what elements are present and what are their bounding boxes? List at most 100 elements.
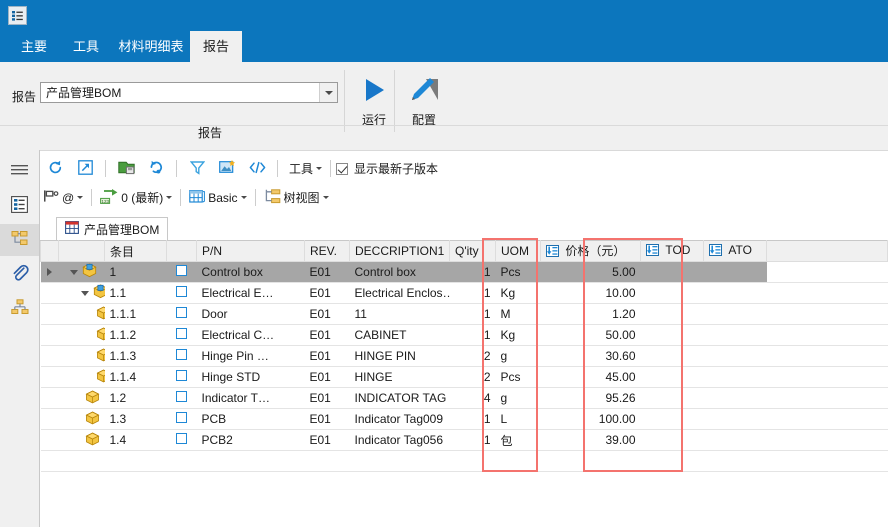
row-checkbox-cell[interactable] <box>166 429 197 451</box>
refresh-button[interactable] <box>40 157 70 181</box>
row-checkbox-cell[interactable] <box>166 324 197 346</box>
sidebar-item-properties[interactable] <box>0 190 39 222</box>
show-latest-sub-checkbox[interactable]: 显示最新子版本 <box>336 160 438 177</box>
view-basic-menu[interactable]: Basic <box>186 186 249 210</box>
code-view-button[interactable] <box>242 157 272 181</box>
tools-menu-button[interactable]: 工具 <box>283 157 325 181</box>
config-button[interactable]: 配置 <box>398 70 450 132</box>
redo-sync-button[interactable] <box>141 157 171 181</box>
row-indent-icon[interactable] <box>58 303 105 325</box>
row-checkbox-icon[interactable] <box>176 370 187 381</box>
revision-select-menu[interactable]: 123 0 (最新) <box>97 186 175 210</box>
col-header-item[interactable]: 条目 <box>104 240 167 262</box>
table-row[interactable]: 1.1.1 Door E01 11 1 M 1.20 <box>40 303 888 325</box>
open-external-button[interactable] <box>70 157 100 181</box>
run-button[interactable]: 运行 <box>348 70 400 132</box>
table-row[interactable]: 1.4 PCB2 E01 Indicator Tag056 1 包 39.00 <box>40 429 888 451</box>
collapse-triangle-icon[interactable] <box>69 270 78 275</box>
ribbon-tab-main[interactable]: 主要 <box>8 31 60 62</box>
col-header-indent[interactable] <box>58 240 105 262</box>
bom-grid[interactable]: 条目 P/N REV. DECCRIPTION1 Q'ity UOM 价格（元）… <box>40 240 888 527</box>
document-tab-bom[interactable]: 产品管理BOM <box>56 217 169 240</box>
save-bom-button[interactable] <box>111 157 141 181</box>
col-header-check[interactable] <box>166 240 197 262</box>
row-checkbox-cell[interactable] <box>166 387 197 409</box>
code-brackets-icon <box>249 161 266 177</box>
row-checkbox-icon[interactable] <box>176 412 187 423</box>
expand-triangle-icon[interactable] <box>47 268 52 276</box>
row-checkbox-cell[interactable] <box>166 408 197 430</box>
row-checkbox-icon[interactable] <box>176 307 187 318</box>
config-at-menu[interactable]: @ <box>40 186 86 210</box>
ribbon-tab-tools[interactable]: 工具 <box>60 31 112 62</box>
report-select-chevron-down-icon[interactable] <box>319 83 337 102</box>
row-checkbox-cell[interactable] <box>166 261 197 283</box>
col-header-qty[interactable]: Q'ity <box>449 240 496 262</box>
row-description: Indicator Tag056 <box>349 429 450 451</box>
toolbar-row-1: 工具 显示最新子版本 <box>40 155 438 182</box>
col-header-rev[interactable]: REV. <box>304 240 350 262</box>
empty-cell <box>196 450 305 472</box>
sidebar-item-attachments[interactable] <box>0 258 39 290</box>
col-header-ato-label: ATO <box>728 243 752 258</box>
row-checkbox-cell[interactable] <box>166 345 197 367</box>
col-header-ato[interactable]: ATO <box>703 240 767 262</box>
svg-text:123: 123 <box>102 198 110 203</box>
table-row[interactable]: 1.1.3 Hinge Pin … E01 HINGE PIN 2 g 30.60 <box>40 345 888 367</box>
row-expander[interactable] <box>40 366 59 388</box>
col-header-tod[interactable]: TOD <box>640 240 704 262</box>
row-checkbox-cell[interactable] <box>166 282 197 304</box>
row-expander[interactable] <box>40 387 59 409</box>
table-row[interactable]: 1.1.2 Electrical C… E01 CABINET 1 Kg 50.00 <box>40 324 888 346</box>
row-indent-icon[interactable] <box>58 345 105 367</box>
row-expander[interactable] <box>40 324 59 346</box>
filter-button[interactable] <box>182 157 212 181</box>
list-app-icon <box>8 6 27 25</box>
row-indent-icon[interactable] <box>58 324 105 346</box>
col-header-expander[interactable] <box>40 240 59 262</box>
row-expander[interactable] <box>40 429 59 451</box>
table-row[interactable]: 1.1 Electrical E… E01 Electrical Enclos… 1 Kg… <box>40 282 888 304</box>
row-checkbox-cell[interactable] <box>166 366 197 388</box>
row-checkbox-icon[interactable] <box>176 328 187 339</box>
hamburger-icon[interactable] <box>0 154 39 186</box>
thumbnail-button[interactable] <box>212 157 242 181</box>
row-expander[interactable] <box>40 282 59 304</box>
row-checkbox-icon[interactable] <box>176 265 187 276</box>
row-indent-icon[interactable] <box>58 366 105 388</box>
collapse-triangle-icon[interactable] <box>80 291 89 296</box>
table-row[interactable]: 1 Control box E01 Control box 1 Pcs 5.00 <box>40 261 888 283</box>
row-tod <box>640 408 704 430</box>
table-row[interactable]: 1.2 Indicator T… E01 INDICATOR TAG 4 g 95.26 <box>40 387 888 409</box>
row-checkbox-icon[interactable] <box>176 433 187 444</box>
ribbon-divider <box>0 125 888 126</box>
row-checkbox-icon[interactable] <box>176 349 187 360</box>
row-expander[interactable] <box>40 408 59 430</box>
table-row[interactable]: 1.1.4 Hinge STD E01 HINGE 2 Pcs 45.00 <box>40 366 888 388</box>
row-item-number: 1.1.3 <box>104 345 167 367</box>
row-tod <box>640 429 704 451</box>
table-row[interactable]: 1.3 PCB E01 Indicator Tag009 1 L 100.00 <box>40 408 888 430</box>
row-expander[interactable] <box>40 303 59 325</box>
sidebar-item-structure[interactable] <box>0 224 39 256</box>
report-select[interactable]: 产品管理BOM <box>40 82 338 103</box>
col-header-description[interactable]: DECCRIPTION1 <box>349 240 450 262</box>
row-indent-icon[interactable] <box>58 261 105 283</box>
col-header-price[interactable]: 价格（元） <box>540 240 641 262</box>
sidebar-item-where-used[interactable] <box>0 292 39 324</box>
row-indent-icon[interactable] <box>58 387 105 409</box>
col-header-uom[interactable]: UOM <box>495 240 541 262</box>
row-part-number: PCB <box>196 408 305 430</box>
row-checkbox-cell[interactable] <box>166 303 197 325</box>
row-indent-icon[interactable] <box>58 429 105 451</box>
ribbon-tab-bom[interactable]: 材料明细表 <box>112 31 190 62</box>
row-expander[interactable] <box>40 261 59 283</box>
tree-view-menu[interactable]: 树视图 <box>261 186 332 210</box>
ribbon-tab-report[interactable]: 报告 <box>190 31 242 62</box>
row-checkbox-icon[interactable] <box>176 286 187 297</box>
col-header-pn[interactable]: P/N <box>196 240 305 262</box>
row-indent-icon[interactable] <box>58 408 105 430</box>
row-expander[interactable] <box>40 345 59 367</box>
row-indent-icon[interactable] <box>58 282 105 304</box>
row-checkbox-icon[interactable] <box>176 391 187 402</box>
